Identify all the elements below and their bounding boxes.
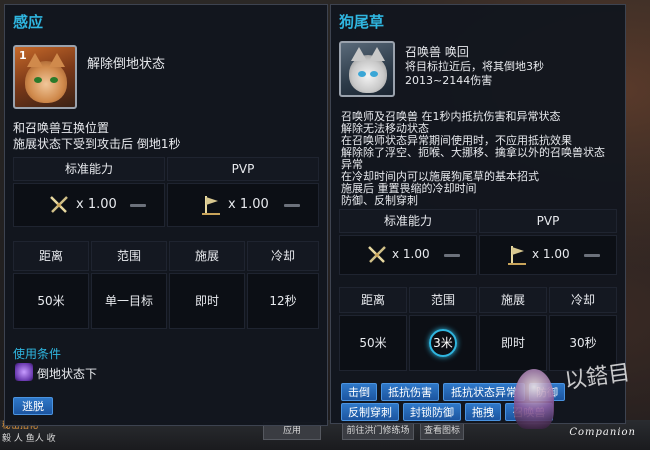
- right-panel-title: 狗尾草: [339, 13, 385, 31]
- tag-escape[interactable]: 逃脱: [13, 397, 53, 415]
- pvp-flag-icon: [202, 196, 220, 215]
- go-training-button[interactable]: 前往洪门修练场: [342, 422, 414, 440]
- info-header-range: 距离: [339, 287, 407, 313]
- tag-knockdown[interactable]: 击倒: [341, 383, 377, 401]
- stat-cell-standard: x 1.00: [339, 235, 477, 275]
- knockdown-status-icon: [15, 363, 33, 381]
- watermark-figure: [514, 369, 554, 429]
- info-value-area: 单一目标: [91, 273, 167, 329]
- tag-resist-damage[interactable]: 抵抗伤害: [381, 383, 439, 401]
- stat-header-pvp: PVP: [479, 209, 617, 233]
- left-panel-title: 感应: [13, 13, 44, 31]
- info-header-cooldown: 冷却: [549, 287, 617, 313]
- stat-cell-standard: x 1.00: [13, 183, 165, 227]
- crossed-swords-icon: [368, 246, 386, 263]
- desc-line-8: 防御、反制穿刺: [341, 194, 418, 207]
- stat-cell-pvp: x 1.00: [479, 235, 617, 275]
- watermark-script: 以鎝目: [562, 360, 632, 395]
- skill-icon-cat: 1: [13, 45, 77, 109]
- desc-line-1: 和召唤兽互换位置: [13, 121, 110, 135]
- stat-value-standard: x 1.00: [76, 197, 117, 212]
- skill-desc-2: 2013~2144伤害: [405, 74, 493, 87]
- tag-counter-pierce[interactable]: 反制穿刺: [341, 403, 399, 421]
- dash-icon: [130, 204, 146, 207]
- condition-text: 倒地状态下: [37, 367, 98, 381]
- crossed-swords-icon: [50, 196, 68, 213]
- info-header-cast: 施展: [479, 287, 547, 313]
- condition-title: 使用条件: [13, 347, 62, 361]
- stat-header-standard: 标准能力: [339, 209, 477, 233]
- dash-icon: [584, 254, 600, 257]
- companion-watermark: 以鎝目 Companion: [510, 357, 640, 442]
- stat-cell-pvp: x 1.00: [167, 183, 319, 227]
- info-header-range: 距离: [13, 241, 89, 271]
- stat-value-standard: x 1.00: [392, 247, 430, 261]
- view-icon-button[interactable]: 查看图标: [420, 422, 464, 440]
- info-cell-area: 3米: [409, 315, 477, 371]
- info-header-cast: 施展: [169, 241, 245, 271]
- desc-line-2: 施展状态下受到攻击后 倒地1秒: [13, 137, 181, 151]
- pvp-flag-icon: [508, 246, 526, 265]
- watermark-text: Companion: [569, 427, 636, 438]
- info-header-area: 范围: [409, 287, 477, 313]
- tag-drag[interactable]: 拖拽: [465, 403, 501, 421]
- skill-icon-white-cat: [339, 41, 395, 97]
- stat-header-standard: 标准能力: [13, 157, 165, 181]
- stat-value-pvp: x 1.00: [532, 247, 570, 261]
- dash-icon: [284, 204, 300, 207]
- info-value-range: 50米: [13, 273, 89, 329]
- info-header-cooldown: 冷却: [247, 241, 319, 271]
- stat-value-pvp: x 1.00: [228, 197, 269, 212]
- left-tooltip-panel: 感应 1 解除倒地状态 和召唤兽互换位置 施展状态下受到攻击后 倒地1秒 标准能…: [4, 4, 328, 426]
- info-header-area: 范围: [91, 241, 167, 271]
- effect-text: 解除倒地状态: [87, 57, 166, 72]
- info-value-cast: 即时: [169, 273, 245, 329]
- info-value-cooldown: 12秒: [247, 273, 319, 329]
- desc-line-4: 解除除了浮空、扼喉、大挪移、擒拿以外的召唤兽状态: [341, 146, 605, 159]
- info-value-area: 3米: [429, 329, 457, 357]
- tag-block-defense[interactable]: 封锁防御: [403, 403, 461, 421]
- dash-icon: [444, 254, 460, 257]
- stat-header-pvp: PVP: [167, 157, 319, 181]
- info-value-range: 50米: [339, 315, 407, 371]
